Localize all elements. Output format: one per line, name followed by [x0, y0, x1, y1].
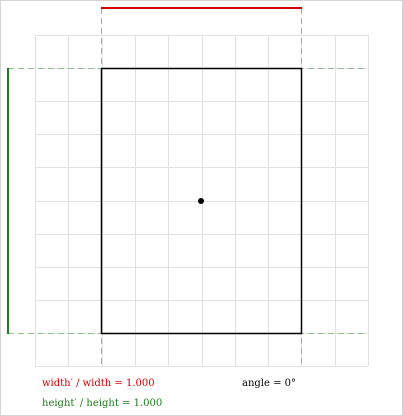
width-ratio-readout: width′ / width = 1.000 [42, 378, 155, 389]
transform-diagram [7, 7, 369, 367]
height-ratio-readout: height′ / height = 1.000 [42, 398, 163, 409]
angle-readout: angle = 0° [242, 378, 297, 389]
center-point[interactable] [198, 198, 204, 204]
